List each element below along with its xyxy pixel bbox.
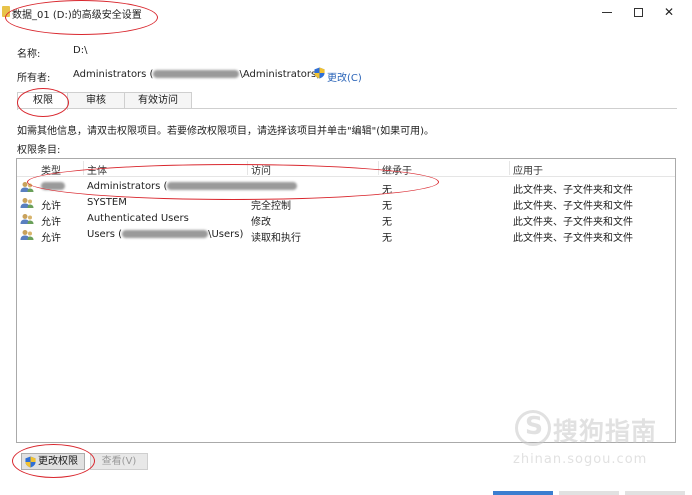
entries-label: 权限条目: <box>17 145 61 156</box>
instructions-text: 如需其他信息，请双击权限项目。若要修改权限项目，请选择该项目并单击"编辑"(如果… <box>17 126 435 137</box>
row-inherited: 无 <box>382 233 392 244</box>
view-button[interactable]: 查看(V) <box>90 453 148 470</box>
watermark: S 搜狗指南 zhinan.sogou.com <box>505 408 680 478</box>
owner-value: Administrators ( \Administrators) <box>73 69 320 80</box>
row-principal-text: Administrators ( <box>87 181 168 192</box>
row-access: 修改 <box>251 217 271 228</box>
row-principal: Users ( \Users) <box>87 229 243 240</box>
row-inherited: 无 <box>382 201 392 212</box>
cancel-button-edge[interactable] <box>559 491 619 495</box>
minimize-icon <box>602 11 612 13</box>
column-separator <box>83 161 84 175</box>
owner-label: 所有者: <box>17 73 51 84</box>
row-applies: 此文件夹、子文件夹和文件 <box>513 185 633 196</box>
column-separator <box>509 161 510 175</box>
row-inherited: 无 <box>382 217 392 228</box>
column-header-principal[interactable]: 主体 <box>87 162 107 177</box>
row-type: 允许 <box>41 233 61 244</box>
tab-strip: 权限 审核 有效访问 <box>17 92 192 110</box>
tab-auditing[interactable]: 审核 <box>67 92 125 109</box>
users-icon <box>20 182 34 192</box>
row-type: 允许 <box>41 217 61 228</box>
column-separator <box>247 161 248 175</box>
table-row[interactable]: 允许 Users ( \Users) 读取和执行 无 此文件夹、子文件夹和文件 <box>17 227 675 244</box>
folder-icon <box>2 6 10 17</box>
watermark-url: zhinan.sogou.com <box>513 452 648 467</box>
row-applies: 此文件夹、子文件夹和文件 <box>513 201 633 212</box>
close-icon: ✕ <box>663 5 675 19</box>
row-type: 允许 <box>41 201 61 212</box>
tab-divider <box>17 108 677 109</box>
users-icon <box>20 230 34 240</box>
change-permissions-label: 更改权限 <box>38 456 78 467</box>
row-principal: Administrators ( <box>87 181 298 192</box>
watermark-logo-letter: S <box>525 411 544 440</box>
column-header-type[interactable]: 类型 <box>41 162 61 177</box>
name-label: 名称: <box>17 49 41 60</box>
redacted-text <box>122 230 209 238</box>
close-button[interactable]: ✕ <box>646 0 692 24</box>
owner-value-suffix: \Administrators) <box>239 69 321 80</box>
users-icon <box>20 198 34 208</box>
row-type <box>41 181 65 192</box>
column-header-inherited[interactable]: 继承于 <box>382 162 412 177</box>
row-access: 读取和执行 <box>251 233 301 244</box>
row-principal: Authenticated Users <box>87 213 189 224</box>
list-header: 类型 主体 访问 继承于 应用于 <box>17 159 675 177</box>
ok-button-edge[interactable] <box>493 491 553 495</box>
row-applies: 此文件夹、子文件夹和文件 <box>513 233 633 244</box>
maximize-icon <box>633 7 643 17</box>
change-permissions-button[interactable]: 更改权限 <box>21 453 85 470</box>
permission-entries-list[interactable]: 类型 主体 访问 继承于 应用于 Administrators ( 无 此文件夹… <box>16 158 676 443</box>
table-row[interactable]: 允许 Authenticated Users 修改 无 此文件夹、子文件夹和文件 <box>17 211 675 228</box>
column-separator <box>378 161 379 175</box>
watermark-title: 搜狗指南 <box>553 417 658 446</box>
row-inherited: 无 <box>382 185 392 196</box>
title-bar: 数据_01 (D:)的高级安全设置 ✕ <box>0 0 692 26</box>
table-row[interactable]: 允许 SYSTEM 完全控制 无 此文件夹、子文件夹和文件 <box>17 195 675 212</box>
row-access: 完全控制 <box>251 201 291 212</box>
redacted-text <box>153 70 240 78</box>
users-icon <box>20 214 34 224</box>
row-principal-suffix: \Users) <box>208 229 244 240</box>
name-value: D:\ <box>73 45 88 56</box>
apply-button-edge[interactable] <box>625 491 685 495</box>
table-row[interactable]: Administrators ( 无 此文件夹、子文件夹和文件 <box>17 179 675 196</box>
column-header-applies[interactable]: 应用于 <box>513 162 543 177</box>
uac-shield-icon <box>314 67 325 79</box>
row-applies: 此文件夹、子文件夹和文件 <box>513 217 633 228</box>
column-header-access[interactable]: 访问 <box>251 162 271 177</box>
redacted-text <box>41 182 65 190</box>
uac-shield-icon <box>25 456 36 468</box>
change-owner-link[interactable]: 更改(C) <box>327 69 362 84</box>
owner-value-prefix: Administrators ( <box>73 69 154 80</box>
row-principal: SYSTEM <box>87 197 127 208</box>
tab-effective-access[interactable]: 有效访问 <box>124 92 192 109</box>
window-title: 数据_01 (D:)的高级安全设置 <box>12 10 142 21</box>
row-principal-text: Users ( <box>87 229 123 240</box>
redacted-text <box>167 182 298 190</box>
